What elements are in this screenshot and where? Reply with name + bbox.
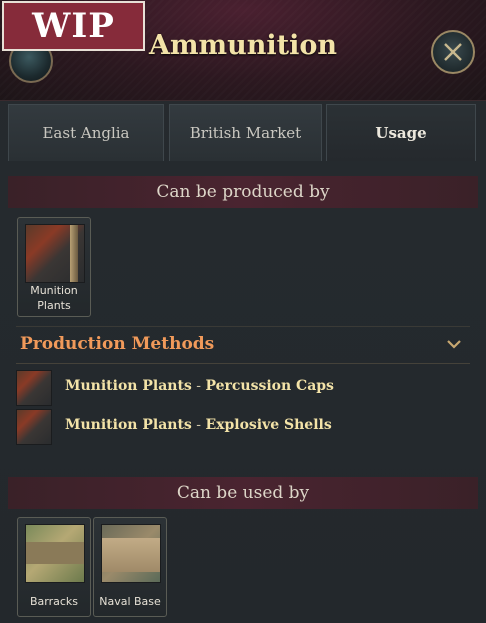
ammunition-icon xyxy=(25,224,85,283)
used-by-heading: Can be used by xyxy=(8,477,478,509)
pm-building: Munition Plants xyxy=(65,417,192,433)
tab-british-market[interactable]: British Market xyxy=(169,104,322,161)
chevron-down-icon xyxy=(447,340,461,349)
produced-by-heading: Can be produced by xyxy=(8,176,478,208)
production-method-name: Munition Plants - Percussion Caps xyxy=(65,378,334,394)
production-method-item[interactable]: Munition Plants - Explosive Shells xyxy=(16,409,456,445)
ammunition-icon xyxy=(16,409,52,445)
building-label: Barracks xyxy=(29,595,79,608)
building-tile-naval-base[interactable]: Naval Base xyxy=(93,517,167,617)
pm-building: Munition Plants xyxy=(65,378,192,394)
building-label: Naval Base xyxy=(99,595,161,608)
ammunition-icon xyxy=(16,370,52,406)
production-method-name: Munition Plants - Explosive Shells xyxy=(65,417,332,433)
close-button[interactable] xyxy=(431,30,475,74)
tab-east-anglia[interactable]: East Anglia xyxy=(8,104,164,161)
production-method-item[interactable]: Munition Plants - Percussion Caps xyxy=(16,370,456,406)
pm-method: Explosive Shells xyxy=(205,417,332,433)
barracks-icon xyxy=(25,524,85,583)
pm-method: Percussion Caps xyxy=(205,378,334,394)
building-label-text: Munition Plants xyxy=(30,284,78,312)
pm-separator: - xyxy=(191,378,206,394)
building-label: Munition Plants xyxy=(18,283,90,313)
building-tile-barracks[interactable]: Barracks xyxy=(17,517,91,617)
tab-bar: East Anglia British Market Usage xyxy=(8,104,478,162)
production-methods-title: Production Methods xyxy=(20,334,215,354)
naval-base-icon xyxy=(101,524,161,583)
ammunition-panel: Ammunition WIP East Anglia British Marke… xyxy=(0,0,486,623)
building-tile-munition-plants[interactable]: Munition Plants xyxy=(17,217,91,317)
tab-usage[interactable]: Usage xyxy=(326,104,476,161)
pm-separator: - xyxy=(191,417,206,433)
close-icon xyxy=(444,43,462,61)
wip-badge: WIP xyxy=(2,1,145,51)
production-methods-header[interactable]: Production Methods xyxy=(16,326,470,364)
